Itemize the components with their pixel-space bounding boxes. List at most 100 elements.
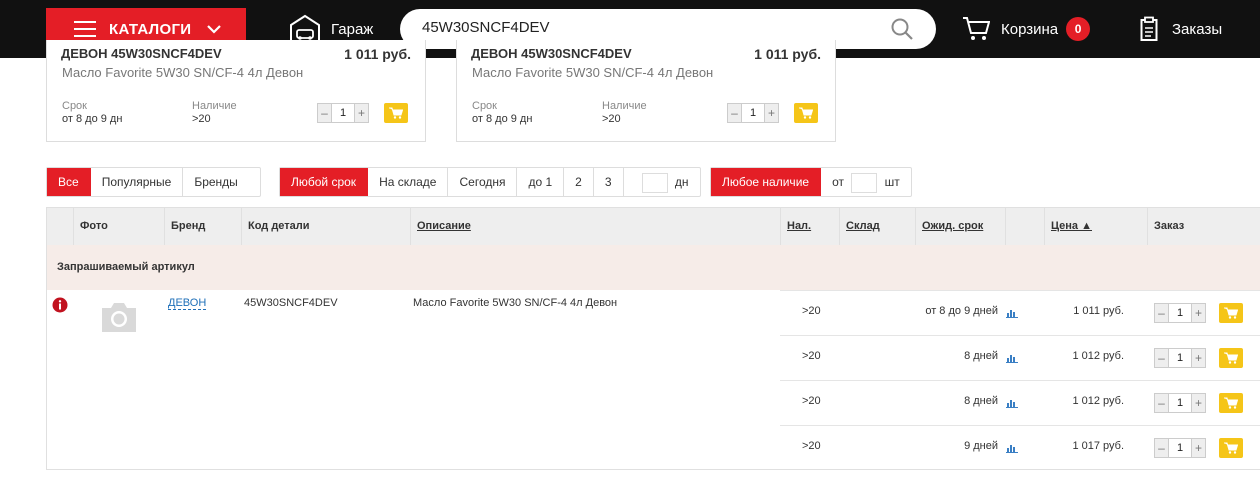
column-photo: Фото: [73, 208, 164, 245]
add-to-cart-button[interactable]: [1219, 393, 1243, 413]
cart-count-badge: 0: [1066, 17, 1091, 41]
table-row: >20 9 дней 1 017 руб. – 1 +: [780, 425, 1260, 470]
decrement-button[interactable]: –: [1155, 394, 1168, 412]
filter-3[interactable]: 3: [594, 168, 624, 196]
column-code: Код детали: [241, 208, 410, 245]
garage-label: Гараж: [331, 20, 374, 38]
offer-price: 1 012 руб.: [1072, 350, 1124, 362]
stats-icon[interactable]: [1006, 350, 1018, 368]
filter-in-stock[interactable]: На складе: [368, 168, 449, 196]
decrement-button[interactable]: –: [1155, 439, 1168, 457]
quantity-stepper: – 1 +: [1154, 303, 1206, 323]
offer-stock: >20: [802, 395, 821, 407]
term-label: Срок: [62, 100, 87, 112]
days-unit: дн: [674, 175, 689, 189]
menu-icon: [74, 21, 96, 37]
decrement-button[interactable]: –: [1155, 304, 1168, 322]
card-description: Масло Favorite 5W30 SN/CF-4 4л Девон: [472, 65, 714, 80]
search-input[interactable]: [422, 19, 862, 36]
cart-label: Корзина: [1001, 20, 1059, 38]
orders-label: Заказы: [1172, 20, 1223, 38]
increment-button[interactable]: +: [1192, 394, 1205, 412]
offer-price: 1 011 руб.: [1073, 305, 1124, 317]
shopping-cart-icon: [799, 107, 813, 119]
offer-stock: >20: [802, 350, 821, 362]
shopping-cart-icon: [1224, 352, 1238, 364]
add-to-cart-button[interactable]: [1219, 438, 1243, 458]
column-order: Заказ: [1147, 208, 1260, 245]
increment-button[interactable]: +: [765, 104, 778, 122]
stock-label: Наличие: [602, 100, 647, 112]
scope-filter: Все Популярные Бренды: [46, 167, 261, 197]
column-price[interactable]: Цена ▲: [1044, 208, 1147, 245]
card-title: ДЕВОН 45W30SNCF4DEV: [61, 46, 222, 61]
offer-term: от 8 до 9 дней: [925, 305, 998, 317]
stats-icon[interactable]: [1006, 305, 1018, 323]
stock-label: Наличие: [192, 100, 237, 112]
quantity-field[interactable]: 1: [741, 104, 765, 122]
table-row: >20 8 дней 1 012 руб. – 1 +: [780, 380, 1260, 425]
term-label: Срок: [472, 100, 497, 112]
add-to-cart-button[interactable]: [794, 103, 818, 123]
shopping-cart-icon: [389, 107, 403, 119]
increment-button[interactable]: +: [1192, 304, 1205, 322]
filter-up-to-1[interactable]: до 1: [517, 168, 565, 196]
add-to-cart-button[interactable]: [384, 103, 408, 123]
days-input[interactable]: [641, 172, 668, 193]
offer-term: 8 дней: [964, 395, 998, 407]
offer-term: 8 дней: [964, 350, 998, 362]
quantity-stepper: – 1 +: [1154, 438, 1206, 458]
orders-link[interactable]: Заказы: [1140, 16, 1222, 42]
add-to-cart-button[interactable]: [1219, 348, 1243, 368]
quantity-stepper: – 1 +: [317, 103, 369, 123]
filter-all[interactable]: Все: [47, 168, 91, 196]
stock-unit: шт: [884, 175, 900, 189]
card-price: 1 011 руб.: [344, 46, 411, 62]
results-table: Фото Бренд Код детали Описание Нал. Скла…: [46, 207, 1260, 470]
clipboard-icon: [1140, 16, 1158, 41]
increment-button[interactable]: +: [1192, 349, 1205, 367]
filter-days: дн: [624, 168, 700, 196]
decrement-button[interactable]: –: [318, 104, 331, 122]
card-title: ДЕВОН 45W30SNCF4DEV: [471, 46, 632, 61]
quantity-stepper: – 1 +: [727, 103, 779, 123]
stats-icon[interactable]: [1006, 440, 1018, 458]
part-description: Масло Favorite 5W30 SN/CF-4 4л Девон: [413, 297, 618, 309]
quantity-stepper: – 1 +: [1154, 348, 1206, 368]
add-to-cart-button[interactable]: [1219, 303, 1243, 323]
quantity-stepper: – 1 +: [1154, 393, 1206, 413]
info-icon[interactable]: [52, 297, 68, 318]
part-code: 45W30SNCF4DEV: [244, 297, 338, 309]
stock-from-input[interactable]: [851, 172, 878, 193]
quantity-field[interactable]: 1: [1168, 394, 1192, 412]
stock-from-label: от: [832, 175, 844, 189]
decrement-button[interactable]: –: [1155, 349, 1168, 367]
filter-any-term[interactable]: Любой срок: [280, 168, 369, 196]
quantity-field[interactable]: 1: [331, 104, 355, 122]
increment-button[interactable]: +: [355, 104, 368, 122]
quantity-field[interactable]: 1: [1168, 439, 1192, 457]
increment-button[interactable]: +: [1192, 439, 1205, 457]
decrement-button[interactable]: –: [728, 104, 741, 122]
quantity-field[interactable]: 1: [1168, 349, 1192, 367]
offer-stock: >20: [802, 440, 821, 452]
filter-today[interactable]: Сегодня: [448, 168, 518, 196]
offer-card: ДЕВОН 45W30SNCF4DEV 1 011 руб. Масло Fav…: [456, 40, 836, 142]
chevron-down-icon: [206, 21, 222, 42]
cart-link[interactable]: Корзина 0: [962, 16, 1091, 42]
column-stock[interactable]: Нал.: [780, 208, 839, 245]
filter-any-stock[interactable]: Любое наличие: [711, 168, 822, 196]
filter-popular[interactable]: Популярные: [91, 168, 184, 196]
offer-stock: >20: [802, 305, 821, 317]
quantity-field[interactable]: 1: [1168, 304, 1192, 322]
column-term[interactable]: Ожид. срок: [915, 208, 1005, 245]
search-icon[interactable]: [890, 17, 914, 46]
column-warehouse[interactable]: Склад: [839, 208, 915, 245]
filter-2[interactable]: 2: [564, 168, 594, 196]
filter-brands[interactable]: Бренды: [183, 168, 259, 196]
term-filter: Любой срок На складе Сегодня до 1 2 3 дн: [279, 167, 701, 197]
brand-link[interactable]: ДЕВОН: [168, 297, 207, 310]
stats-icon[interactable]: [1006, 395, 1018, 413]
column-description[interactable]: Описание: [410, 208, 780, 245]
card-description: Масло Favorite 5W30 SN/CF-4 4л Девон: [62, 65, 304, 80]
